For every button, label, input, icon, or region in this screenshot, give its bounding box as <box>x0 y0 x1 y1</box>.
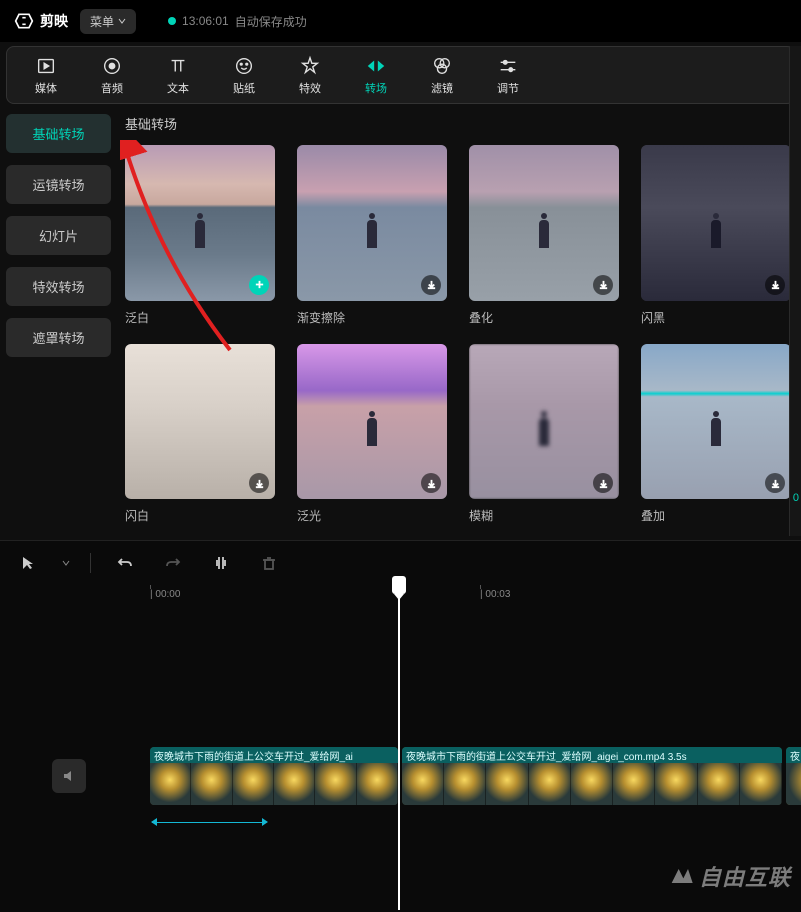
range-indicator <box>152 822 262 823</box>
transition-label: 泛光 <box>297 507 447 524</box>
clip-label: 夜 <box>786 747 801 763</box>
transition-item[interactable]: 渐变擦除 <box>297 145 447 326</box>
tab-media[interactable]: 媒体 <box>13 49 79 102</box>
transition-label: 叠化 <box>469 309 619 326</box>
redo-button[interactable] <box>159 549 187 577</box>
delete-button[interactable] <box>255 549 283 577</box>
app-name: 剪映 <box>40 11 68 31</box>
autosave-status: 13:06:01 自动保存成功 <box>168 13 307 30</box>
split-button[interactable] <box>207 549 235 577</box>
transition-item[interactable]: 叠化 <box>469 145 619 326</box>
clip-label: 夜晚城市下雨的街道上公交车开过_爱给网_aigei_com.mp4 3.5s <box>402 747 782 763</box>
side-indicator: 0 <box>793 492 799 504</box>
tab-audio[interactable]: 音频 <box>79 49 145 102</box>
tab-effects[interactable]: 特效 <box>277 49 343 102</box>
transition-item[interactable]: 泛白 <box>125 145 275 326</box>
main-toolbar: 媒体 音频 文本 贴纸 特效 转场 滤镜 调节 <box>6 46 795 104</box>
title-bar: 剪映 菜单 13:06:01 自动保存成功 <box>0 0 801 42</box>
side-strip <box>789 46 801 536</box>
sticker-icon <box>233 55 255 77</box>
category-slide[interactable]: 幻灯片 <box>6 216 111 255</box>
transition-item[interactable]: 闪白 <box>125 344 275 525</box>
transition-item[interactable]: 模糊 <box>469 344 619 525</box>
transition-label: 闪黑 <box>641 309 791 326</box>
category-camera[interactable]: 运镜转场 <box>6 165 111 204</box>
download-icon[interactable] <box>593 275 613 295</box>
clip-label: 夜晚城市下雨的街道上公交车开过_爱给网_ai <box>150 747 398 763</box>
separator <box>90 553 91 573</box>
category-effect[interactable]: 特效转场 <box>6 267 111 306</box>
transition-content: 基础转场 泛白 渐变擦除 叠化 <box>121 114 795 534</box>
transition-icon <box>365 55 387 77</box>
chevron-down-icon <box>118 17 126 25</box>
autosave-dot-icon <box>168 17 176 25</box>
video-clip[interactable]: 夜晚城市下雨的街道上公交车开过_爱给网_aigei_com.mp4 3.5s <box>402 747 782 805</box>
watermark: 自由互联 <box>667 860 791 892</box>
transition-item[interactable]: 叠加 <box>641 344 791 525</box>
transition-label: 模糊 <box>469 507 619 524</box>
tab-text[interactable]: 文本 <box>145 49 211 102</box>
ruler-tick: | 00:03 <box>480 589 510 600</box>
transition-grid: 泛白 渐变擦除 叠化 闪黑 <box>121 145 795 534</box>
tab-filter[interactable]: 滤镜 <box>409 49 475 102</box>
playhead-handle[interactable] <box>392 576 406 594</box>
chevron-down-icon[interactable] <box>62 559 70 567</box>
app-logo: 剪映 <box>14 11 68 31</box>
tab-transition[interactable]: 转场 <box>343 49 409 102</box>
category-basic[interactable]: 基础转场 <box>6 114 111 153</box>
ruler-tick: | 00:00 <box>150 589 180 600</box>
transition-label: 泛白 <box>125 309 275 326</box>
download-icon[interactable] <box>421 275 441 295</box>
logo-icon <box>14 11 34 31</box>
menu-dropdown[interactable]: 菜单 <box>80 9 136 34</box>
add-icon[interactable] <box>249 275 269 295</box>
video-clip[interactable]: 夜晚城市下雨的街道上公交车开过_爱给网_ai <box>150 747 398 805</box>
speaker-icon <box>61 768 77 784</box>
tab-adjust[interactable]: 调节 <box>475 49 541 102</box>
transition-label: 渐变擦除 <box>297 309 447 326</box>
download-icon[interactable] <box>765 275 785 295</box>
category-mask[interactable]: 遮罩转场 <box>6 318 111 357</box>
watermark-icon <box>667 862 695 890</box>
adjust-icon <box>497 55 519 77</box>
content-title: 基础转场 <box>121 114 795 133</box>
cursor-tool[interactable] <box>14 549 42 577</box>
mute-button[interactable] <box>52 759 86 793</box>
video-clip[interactable]: 夜 <box>786 747 801 805</box>
filter-icon <box>431 55 453 77</box>
playhead[interactable] <box>398 580 400 910</box>
media-icon <box>35 55 57 77</box>
transition-item[interactable]: 闪黑 <box>641 145 791 326</box>
tab-sticker[interactable]: 贴纸 <box>211 49 277 102</box>
undo-button[interactable] <box>111 549 139 577</box>
video-track[interactable]: 夜晚城市下雨的街道上公交车开过_爱给网_ai 夜晚城市下雨的街道上公交车开过_爱… <box>140 747 801 805</box>
category-sidebar: 基础转场 运镜转场 幻灯片 特效转场 遮罩转场 <box>6 114 121 534</box>
transition-label: 闪白 <box>125 507 275 524</box>
text-icon <box>167 55 189 77</box>
transition-label: 叠加 <box>641 507 791 524</box>
timeline-ruler[interactable]: | 00:00 | 00:03 <box>140 585 801 607</box>
audio-icon <box>101 55 123 77</box>
effects-icon <box>299 55 321 77</box>
transition-item[interactable]: 泛光 <box>297 344 447 525</box>
